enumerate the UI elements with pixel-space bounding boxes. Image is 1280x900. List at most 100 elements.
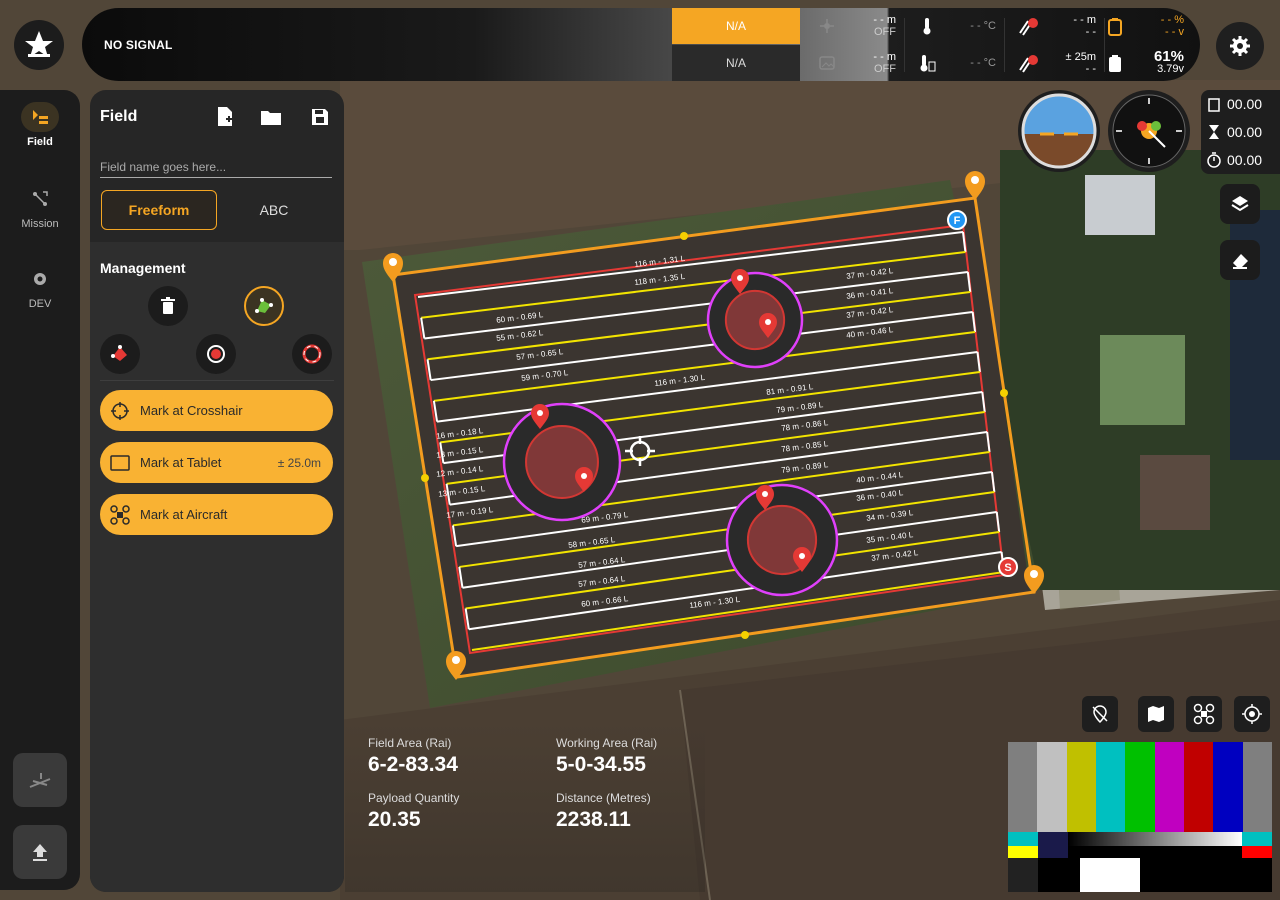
working-area-value: 5-0-34.55 [556, 753, 646, 776]
mark-crosshair-label: Mark at Crosshair [140, 403, 243, 418]
altitude-icon [818, 17, 836, 35]
rail-item-label: Mission [21, 218, 59, 230]
flight-timers: 00.00 00.00 00.00 [1201, 90, 1280, 174]
battery-telemetry: - - % - - v 61% 3.79v [1092, 8, 1192, 81]
layers-button[interactable] [1220, 184, 1260, 224]
mode-freeform-button[interactable]: Freeform [101, 190, 217, 230]
tablet-accuracy: ± 25.0m [277, 455, 321, 470]
star-logo-icon [25, 31, 53, 57]
mode-selector: Freeform ABC [90, 190, 344, 240]
gps-status[interactable]: N/A [672, 45, 800, 81]
compass [1108, 90, 1190, 172]
payload-stat: Payload Quantity 20.35 [368, 791, 459, 832]
altitude2-value: - - m [873, 51, 896, 63]
new-field-button[interactable] [214, 106, 236, 128]
mark-at-tablet-button[interactable]: Mark at Tablet ± 25.0m [100, 442, 333, 483]
battery2-sub: 3.79v [1157, 63, 1184, 75]
mark-aircraft-label: Mark at Aircraft [140, 507, 228, 522]
folder-icon [261, 111, 281, 125]
save-icon [312, 109, 328, 125]
field-area-value: 6-2-83.34 [368, 753, 458, 776]
map-icon [1148, 706, 1164, 722]
rail-item-dev[interactable]: DEV [0, 264, 80, 310]
image-icon [818, 54, 836, 72]
field-name-input[interactable] [100, 156, 332, 178]
upload-button[interactable] [13, 825, 67, 879]
delete-button[interactable] [148, 286, 188, 326]
horizon-gauge [1021, 93, 1097, 169]
distance-label: Distance (Metres) [556, 791, 651, 805]
obstacle-polygon-button[interactable] [100, 334, 140, 374]
altitude2-state: OFF [874, 63, 896, 75]
rail-item-field[interactable]: Field [0, 102, 80, 148]
map-view-button[interactable] [1138, 696, 1174, 732]
save-field-button[interactable] [309, 106, 331, 128]
status-bar: NO SIGNAL N/A N/A - - m OFF - - m OFF - - … [82, 8, 1200, 81]
eraser-icon [1233, 254, 1248, 269]
payload-value: 20.35 [368, 808, 421, 831]
field-area-label: Field Area (Rai) [368, 736, 452, 750]
working-area-label: Working Area (Rai) [556, 736, 658, 750]
payload-label: Payload Quantity [368, 791, 460, 805]
draw-polygon-button[interactable] [244, 286, 284, 326]
my-location-button[interactable] [1234, 696, 1270, 732]
mark-at-crosshair-button[interactable]: Mark at Crosshair [100, 390, 333, 431]
altitude-telemetry: - - m OFF - - m OFF [804, 8, 904, 81]
tablet-battery-icon [1106, 54, 1124, 72]
settings-button[interactable] [1216, 22, 1264, 70]
upload-icon [33, 844, 47, 861]
hourglass-icon [1209, 125, 1219, 139]
thermometer-icon [918, 17, 936, 35]
eraser-button[interactable] [1220, 240, 1260, 280]
color-bars [1008, 742, 1272, 832]
dev-gear-icon [34, 273, 46, 285]
rail-item-label: DEV [28, 298, 52, 310]
rail-item-mission[interactable]: Mission [0, 184, 80, 230]
mission-icon [33, 191, 48, 206]
compass-gauge [1112, 94, 1186, 168]
tablet-icon [110, 453, 130, 473]
battery1-value: - - % [1160, 14, 1184, 26]
mark-tablet-label: Mark at Tablet [140, 455, 222, 470]
temperature-1-value: - - °C [970, 20, 996, 32]
layers-icon [1231, 196, 1249, 212]
takeoff-icon [29, 773, 51, 788]
camera-feed[interactable] [1008, 742, 1272, 892]
obstacle-ring-icon [302, 344, 322, 364]
distance-stat: Distance (Metres) 2238.11 [556, 791, 651, 832]
open-field-button[interactable] [260, 106, 282, 128]
attitude-indicator [1018, 90, 1100, 172]
polygon-edit-icon [255, 298, 273, 313]
timer-b: 00.00 [1227, 124, 1263, 140]
obstacle-circle-button[interactable] [196, 334, 236, 374]
gps-signal-icon [1018, 54, 1038, 73]
center-aircraft-button[interactable] [1186, 696, 1222, 732]
takeoff-button[interactable] [13, 753, 67, 807]
drone-battery-icon [1106, 17, 1124, 36]
field-area-stat: Field Area (Rai) 6-2-83.34 [368, 736, 458, 777]
no-gps-button[interactable] [1082, 696, 1118, 732]
panel-title: Field [100, 108, 138, 125]
mark-at-aircraft-button[interactable]: Mark at Aircraft [100, 494, 333, 535]
obstacle-polygon-icon [111, 345, 127, 361]
new-file-icon [218, 107, 232, 126]
field-panel: Field Freeform ABC Management Mark at Cr… [90, 90, 344, 892]
temperature-telemetry: - - °C - - °C [904, 8, 1004, 81]
battery1-sub: - - v [1165, 26, 1184, 38]
timer-c: 00.00 [1227, 152, 1263, 168]
altitude-value: - - m [873, 14, 896, 26]
flight-mode-status[interactable]: N/A [672, 8, 800, 44]
rail-item-label: Field [27, 136, 53, 148]
rc-signal-icon [1018, 17, 1038, 36]
mode-abc-button[interactable]: ABC [216, 190, 332, 230]
field-stats: Field Area (Rai) 6-2-83.34 Working Area … [345, 722, 705, 892]
gear-icon [1230, 36, 1250, 56]
location-off-icon [1092, 705, 1108, 724]
distance-value: 2238.11 [556, 808, 631, 831]
working-area-stat: Working Area (Rai) 5-0-34.55 [556, 736, 657, 777]
my-location-icon [1242, 704, 1262, 724]
app-logo[interactable] [14, 20, 64, 70]
obstacle-ring-button[interactable] [292, 334, 332, 374]
stopwatch-icon [1207, 152, 1221, 168]
field-icon [33, 110, 48, 124]
